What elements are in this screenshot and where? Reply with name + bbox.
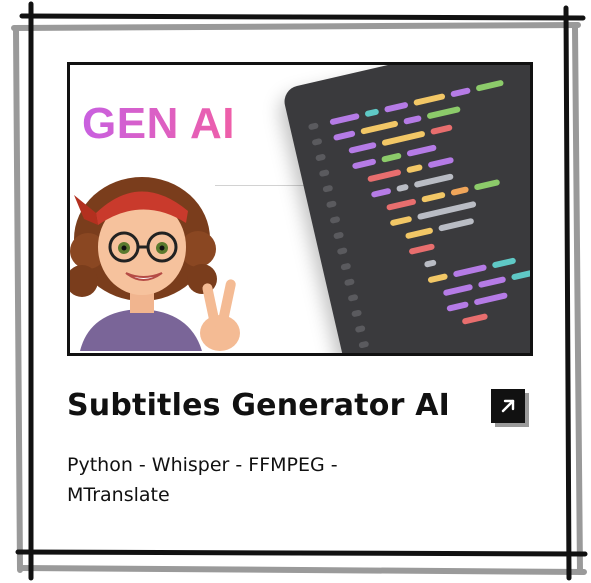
- arrow-up-right-icon: [501, 399, 515, 413]
- cartoon-avatar-illustration: [70, 177, 240, 351]
- tech-stack-line-2: MTranslate: [67, 484, 170, 506]
- tech-stack: Python - Whisper - FFMPEG - MTranslate: [67, 450, 467, 510]
- project-title: Subtitles Generator AI: [67, 388, 451, 423]
- project-card-stage: GEN AI Subtitles Generator AI Python - W…: [0, 0, 591, 583]
- open-project-button[interactable]: [491, 389, 525, 423]
- tech-stack-line-1: Python - Whisper - FFMPEG -: [67, 454, 338, 476]
- code-editor-illustration: [281, 65, 530, 353]
- project-thumbnail[interactable]: GEN AI: [67, 62, 533, 356]
- thumbnail-headline: GEN AI: [82, 99, 235, 148]
